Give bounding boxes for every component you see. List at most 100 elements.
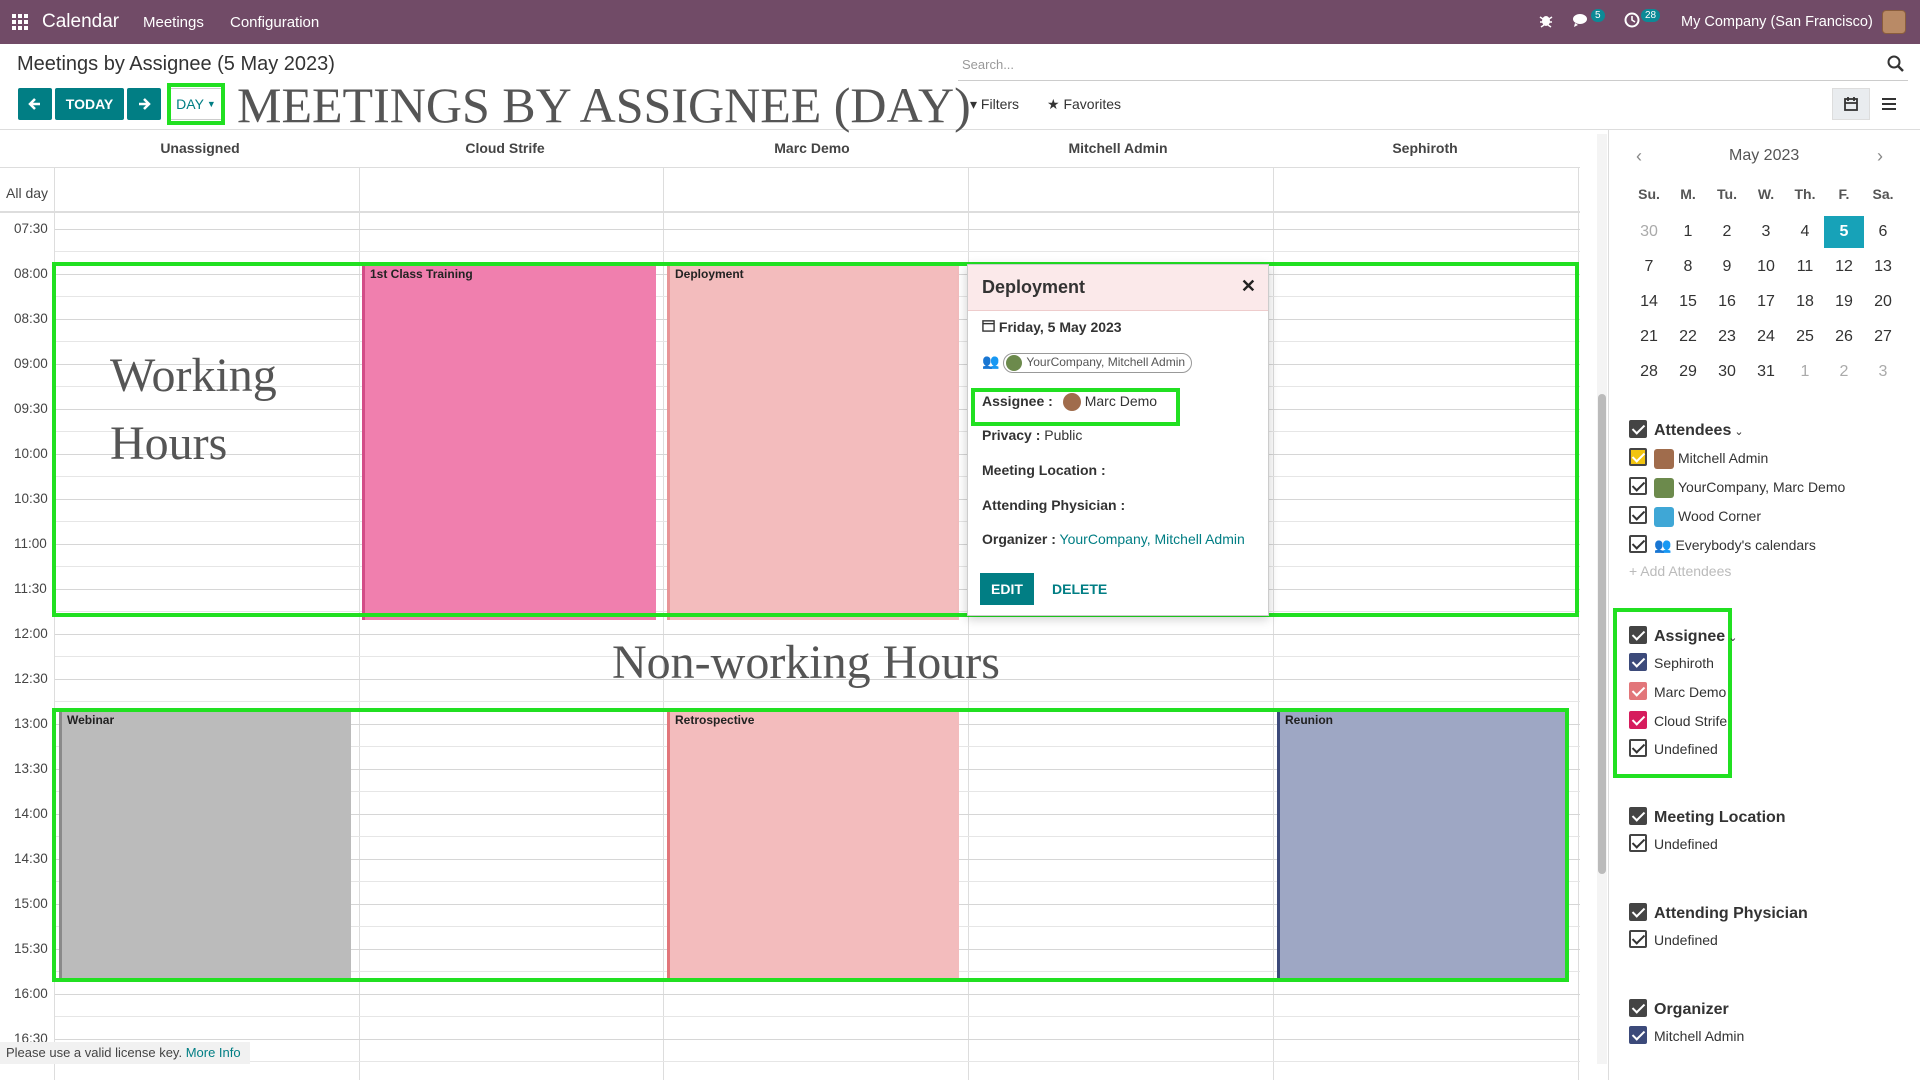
- checkbox[interactable]: [1629, 739, 1647, 757]
- checkbox[interactable]: [1629, 930, 1647, 948]
- organizer-filter-header[interactable]: Organizer: [1629, 999, 1729, 1019]
- menu-meetings[interactable]: Meetings: [143, 14, 204, 31]
- mini-calendar-day[interactable]: 2: [1707, 216, 1747, 248]
- attending-physician-filter-header[interactable]: Attending Physician: [1629, 903, 1808, 923]
- mini-calendar-day[interactable]: 2: [1824, 356, 1864, 388]
- mini-calendar-day[interactable]: 20: [1863, 286, 1903, 318]
- checkbox[interactable]: [1629, 999, 1647, 1017]
- menu-configuration[interactable]: Configuration: [230, 14, 319, 31]
- search-input[interactable]: [962, 57, 1842, 72]
- mini-calendar-day[interactable]: 18: [1785, 286, 1825, 318]
- attendee-filter-item[interactable]: 👥 Everybody's calendars: [1629, 535, 1816, 554]
- mini-calendar-day[interactable]: 30: [1707, 356, 1747, 388]
- mini-calendar-day[interactable]: 14: [1629, 286, 1669, 318]
- delete-button[interactable]: DELETE: [1052, 581, 1107, 597]
- calendar-scrollbar[interactable]: [1597, 134, 1607, 1064]
- bug-icon[interactable]: [1538, 12, 1554, 33]
- mini-calendar-day[interactable]: 5: [1824, 216, 1864, 248]
- checkbox[interactable]: [1629, 807, 1647, 825]
- mini-calendar-day[interactable]: 30: [1629, 216, 1669, 248]
- location-filter-item[interactable]: Undefined: [1629, 834, 1718, 852]
- event-webinar[interactable]: Webinar: [59, 710, 351, 978]
- mini-calendar-day[interactable]: 25: [1785, 321, 1825, 353]
- mini-calendar-day[interactable]: 29: [1668, 356, 1708, 388]
- mini-calendar-day[interactable]: 3: [1863, 356, 1903, 388]
- scale-dropdown-button[interactable]: DAY ▼: [169, 88, 223, 120]
- checkbox[interactable]: [1629, 903, 1647, 921]
- assignee-filter-header[interactable]: Assignee ⌄: [1629, 626, 1737, 646]
- mini-calendar-day[interactable]: 12: [1824, 251, 1864, 283]
- checkbox[interactable]: [1629, 682, 1647, 700]
- mini-calendar-day[interactable]: 3: [1746, 216, 1786, 248]
- attendee-filter-item[interactable]: Wood Corner: [1629, 506, 1761, 528]
- mini-calendar-day[interactable]: 17: [1746, 286, 1786, 318]
- close-icon[interactable]: ✕: [1241, 276, 1256, 297]
- attendee-filter-item[interactable]: YourCompany, Marc Demo: [1629, 477, 1845, 499]
- mini-calendar-day[interactable]: 26: [1824, 321, 1864, 353]
- checkbox[interactable]: [1629, 506, 1647, 524]
- search-icon[interactable]: [1886, 54, 1906, 74]
- previous-month-icon[interactable]: ‹: [1636, 146, 1642, 167]
- mini-calendar-day[interactable]: 9: [1707, 251, 1747, 283]
- mini-calendar-day[interactable]: 15: [1668, 286, 1708, 318]
- mini-calendar-day[interactable]: 11: [1785, 251, 1825, 283]
- event-reunion[interactable]: Reunion: [1277, 710, 1567, 978]
- assignee-filter-item[interactable]: Cloud Strife: [1629, 711, 1727, 729]
- checkbox[interactable]: [1629, 711, 1647, 729]
- next-button[interactable]: [127, 88, 161, 120]
- event-deployment[interactable]: Deployment: [667, 264, 959, 620]
- mini-calendar-day[interactable]: 8: [1668, 251, 1708, 283]
- activity-clock-icon[interactable]: [1624, 12, 1640, 33]
- more-info-link[interactable]: More Info: [186, 1045, 241, 1060]
- list-view-button[interactable]: [1870, 88, 1908, 120]
- assignee-all-checkbox[interactable]: [1629, 626, 1647, 644]
- mini-calendar-day[interactable]: 21: [1629, 321, 1669, 353]
- mini-calendar-day[interactable]: 28: [1629, 356, 1669, 388]
- attendee-filter-item[interactable]: Mitchell Admin: [1629, 448, 1768, 470]
- event-retrospective[interactable]: Retrospective: [667, 710, 959, 978]
- today-button[interactable]: TODAY: [55, 88, 124, 120]
- mini-calendar-day[interactable]: 16: [1707, 286, 1747, 318]
- mini-calendar-day[interactable]: 10: [1746, 251, 1786, 283]
- mini-calendar-day[interactable]: 23: [1707, 321, 1747, 353]
- scrollbar-thumb[interactable]: [1598, 394, 1606, 874]
- mini-calendar-day[interactable]: 27: [1863, 321, 1903, 353]
- checkbox[interactable]: [1629, 477, 1647, 495]
- assignee-filter-item[interactable]: Sephiroth: [1629, 653, 1714, 671]
- checkbox[interactable]: [1629, 653, 1647, 671]
- previous-button[interactable]: [18, 88, 52, 120]
- attendees-filter-header[interactable]: Attendees ⌄: [1629, 420, 1744, 440]
- mini-calendar-day[interactable]: 4: [1785, 216, 1825, 248]
- mini-calendar-day[interactable]: 31: [1746, 356, 1786, 388]
- assignee-filter-item[interactable]: Undefined: [1629, 739, 1718, 757]
- meeting-location-filter-header[interactable]: Meeting Location: [1629, 807, 1786, 827]
- organizer-value[interactable]: YourCompany, Mitchell Admin: [1060, 531, 1245, 547]
- all-day-row[interactable]: [0, 168, 1580, 213]
- mini-calendar-day[interactable]: 1: [1785, 356, 1825, 388]
- organizer-filter-item[interactable]: Mitchell Admin: [1629, 1026, 1744, 1044]
- add-attendees-input[interactable]: + Add Attendees: [1629, 563, 1731, 579]
- checkbox[interactable]: [1629, 535, 1647, 553]
- checkbox[interactable]: [1629, 834, 1647, 852]
- user-avatar[interactable]: [1882, 10, 1906, 34]
- mini-calendar-day[interactable]: 13: [1863, 251, 1903, 283]
- checkbox[interactable]: [1629, 448, 1647, 466]
- mini-calendar-day[interactable]: 19: [1824, 286, 1864, 318]
- mini-calendar-day[interactable]: 22: [1668, 321, 1708, 353]
- attendees-all-checkbox[interactable]: [1629, 420, 1647, 438]
- app-name[interactable]: Calendar: [42, 11, 119, 33]
- company-switcher[interactable]: My Company (San Francisco): [1681, 14, 1873, 30]
- mini-calendar-day[interactable]: 24: [1746, 321, 1786, 353]
- calendar-view-button[interactable]: [1832, 88, 1870, 120]
- next-month-icon[interactable]: ›: [1877, 146, 1883, 167]
- attendees-chip[interactable]: YourCompany, Mitchell Admin: [1003, 353, 1193, 373]
- edit-button[interactable]: EDIT: [980, 573, 1034, 605]
- mini-calendar-day[interactable]: 6: [1863, 216, 1903, 248]
- event-1st-class-training[interactable]: 1st Class Training: [362, 264, 656, 620]
- filters-button[interactable]: ▾ Filters: [970, 96, 1019, 113]
- favorites-button[interactable]: ★ Favorites: [1047, 96, 1121, 113]
- mini-calendar-day[interactable]: 7: [1629, 251, 1669, 283]
- apps-menu-icon[interactable]: [12, 14, 28, 30]
- checkbox[interactable]: [1629, 1026, 1647, 1044]
- chat-icon[interactable]: [1572, 12, 1592, 33]
